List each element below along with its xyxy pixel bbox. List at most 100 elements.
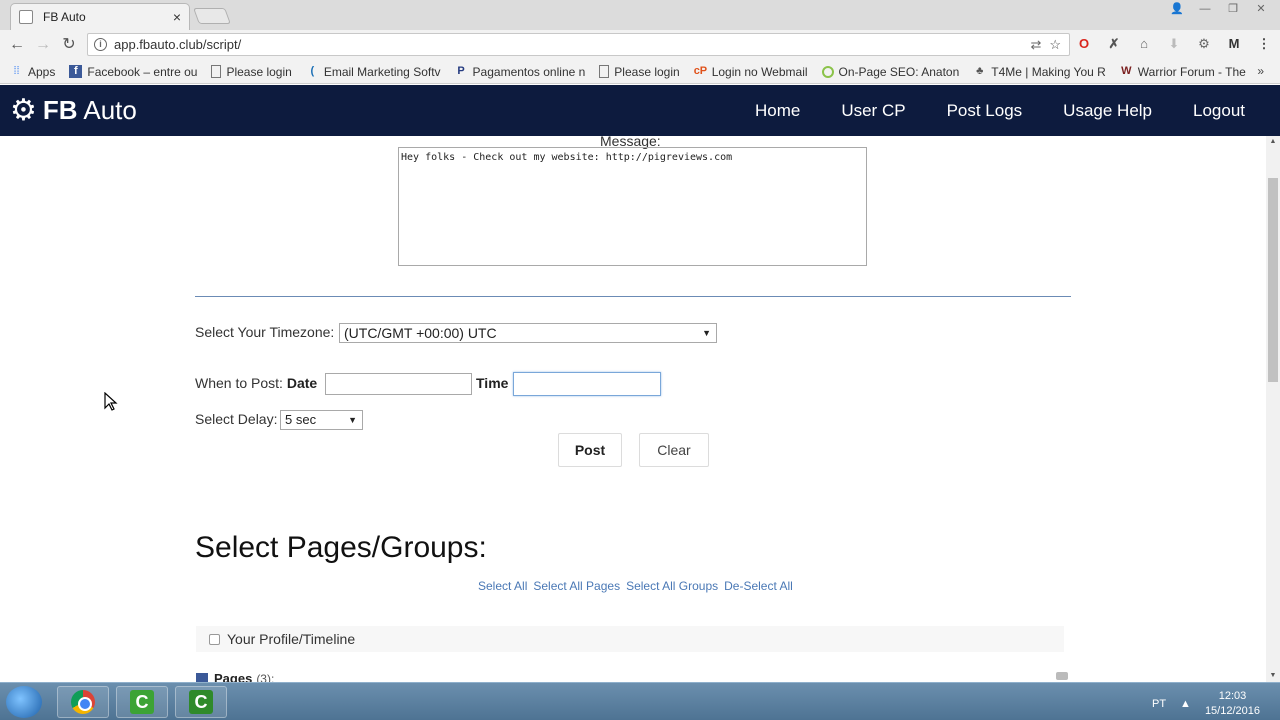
pages-section-header[interactable]: Pages (3): bbox=[196, 671, 274, 682]
scroll-thumb[interactable] bbox=[1268, 178, 1278, 382]
reload-icon[interactable]: ↻ bbox=[56, 32, 82, 58]
windows-taskbar: C C PT ▲ 12:03 15/12/2016 bbox=[0, 682, 1280, 720]
select-all-pages-link[interactable]: Select All Pages bbox=[533, 579, 620, 593]
post-button[interactable]: Post bbox=[558, 433, 622, 467]
page-scrollbar[interactable]: ▲ ▼ bbox=[1266, 136, 1280, 682]
date-input[interactable] bbox=[325, 373, 472, 395]
nav-home[interactable]: Home bbox=[755, 101, 800, 121]
bookmark-item[interactable]: On-Page SEO: Anaton bbox=[821, 65, 959, 79]
when-to-post-label: When to Post: Date bbox=[195, 375, 318, 391]
bookmark-item[interactable]: ⁞⁞ Apps bbox=[10, 65, 55, 79]
pages-label: Pages bbox=[214, 671, 253, 682]
deselect-all-link[interactable]: De-Select All bbox=[724, 579, 793, 593]
tab-close-icon[interactable]: × bbox=[173, 9, 181, 25]
chrome-menu-icon[interactable]: ⋮ bbox=[1256, 36, 1272, 52]
bookmark-item[interactable]: ♣ T4Me | Making You R bbox=[973, 65, 1106, 79]
browser-tab[interactable]: FB Auto × bbox=[10, 3, 190, 30]
dropdown-caret-icon: ▼ bbox=[702, 328, 711, 338]
bookmark-item[interactable]: W Warrior Forum - The bbox=[1120, 65, 1246, 79]
collapse-toggle-icon[interactable] bbox=[1056, 672, 1068, 680]
taskbar-chrome[interactable] bbox=[57, 686, 109, 718]
more-bookmarks-button[interactable]: » bbox=[1257, 64, 1264, 78]
timezone-select[interactable]: (UTC/GMT +00:00) UTC ▼ bbox=[339, 323, 717, 343]
language-indicator[interactable]: PT bbox=[1152, 698, 1166, 710]
back-arrow-icon[interactable]: ← bbox=[4, 32, 30, 58]
taskbar-camtasia-recorder[interactable]: C bbox=[116, 686, 168, 718]
site-info-icon[interactable]: i bbox=[94, 38, 107, 51]
time-input[interactable] bbox=[513, 372, 661, 396]
t4me-icon: ♣ bbox=[976, 65, 984, 77]
profile-timeline-row[interactable]: Your Profile/Timeline bbox=[196, 626, 1064, 652]
clock-date: 15/12/2016 bbox=[1204, 705, 1260, 717]
warrior-forum-icon: W bbox=[1121, 65, 1132, 77]
download-extension-icon[interactable]: ⬇ bbox=[1166, 36, 1182, 52]
minimize-icon[interactable]: — bbox=[1194, 2, 1216, 16]
dropdown-caret-icon: ▼ bbox=[348, 415, 357, 425]
taskbar-camtasia-studio[interactable]: C bbox=[175, 686, 227, 718]
scroll-down-icon[interactable]: ▼ bbox=[1266, 670, 1280, 682]
chrome-icon bbox=[71, 690, 95, 714]
translate-icon[interactable]: ⇄ bbox=[1030, 37, 1041, 53]
address-bar[interactable]: i app.fbauto.club/script/ ⇄ ☆ bbox=[87, 33, 1070, 56]
bookmark-star-icon[interactable]: ☆ bbox=[1049, 37, 1061, 53]
window-controls: 👤 — ❐ ✕ bbox=[1166, 2, 1272, 16]
select-pages-groups-title: Select Pages/Groups: bbox=[195, 531, 487, 564]
nav-usage-help[interactable]: Usage Help bbox=[1063, 101, 1152, 121]
tray-expand-icon[interactable]: ▲ bbox=[1180, 698, 1191, 710]
nav-post-logs[interactable]: Post Logs bbox=[947, 101, 1023, 121]
windows-start-icon[interactable] bbox=[6, 686, 42, 718]
lock-extension-icon[interactable]: ⌂ bbox=[1136, 36, 1152, 52]
site-logo[interactable]: ⚙ FB Auto bbox=[10, 95, 137, 126]
page-icon bbox=[211, 65, 222, 78]
profile-icon[interactable]: 👤 bbox=[1166, 2, 1188, 16]
nav-user-cp[interactable]: User CP bbox=[841, 101, 905, 121]
camtasia-studio-icon: C bbox=[189, 690, 213, 714]
paypal-icon: P bbox=[457, 65, 465, 77]
select-all-link[interactable]: Select All bbox=[478, 579, 527, 593]
close-window-icon[interactable]: ✕ bbox=[1250, 2, 1272, 16]
select-all-groups-link[interactable]: Select All Groups bbox=[626, 579, 718, 593]
bookmark-item[interactable]: Please login bbox=[211, 65, 292, 79]
forward-arrow-icon[interactable]: → bbox=[30, 32, 56, 58]
opera-extension-icon[interactable]: O bbox=[1076, 36, 1092, 52]
bookmark-item[interactable]: f Facebook – entre ou bbox=[69, 65, 197, 79]
timezone-value: (UTC/GMT +00:00) UTC bbox=[344, 325, 497, 341]
nav-logout[interactable]: Logout bbox=[1193, 101, 1245, 121]
date-label: Date bbox=[286, 375, 318, 391]
section-divider bbox=[195, 296, 1071, 297]
profile-checkbox[interactable] bbox=[209, 633, 220, 645]
extension-icons: O ✗ ⌂ ⬇ ⚙ M ⋮ bbox=[1076, 36, 1272, 52]
logo-bold-text: FB bbox=[42, 95, 78, 125]
seo-icon bbox=[821, 65, 834, 78]
restore-icon[interactable]: ❐ bbox=[1222, 2, 1244, 16]
main-content: Message: Hey folks - Check out my websit… bbox=[0, 136, 1266, 682]
x-extension-icon[interactable]: ✗ bbox=[1106, 36, 1122, 52]
camtasia-icon: C bbox=[130, 690, 154, 714]
bookmark-item[interactable]: cP Login no Webmail bbox=[694, 65, 808, 79]
delay-value: 5 sec bbox=[285, 412, 317, 427]
gears-icon: ⚙ bbox=[10, 93, 37, 127]
delay-select[interactable]: 5 sec ▼ bbox=[280, 410, 363, 430]
page-icon bbox=[599, 65, 610, 78]
site-header: ⚙ FB Auto Home User CP Post Logs Usage H… bbox=[0, 85, 1280, 136]
clear-button[interactable]: Clear bbox=[639, 433, 709, 467]
timezone-label: Select Your Timezone: bbox=[195, 324, 335, 340]
message-textarea[interactable]: Hey folks - Check out my website: http:/… bbox=[398, 147, 867, 266]
delay-label: Select Delay: bbox=[195, 411, 278, 427]
time-label: Time bbox=[476, 375, 509, 391]
selection-links: Select All Select All Pages Select All G… bbox=[478, 579, 793, 593]
logo-text: Auto bbox=[77, 95, 137, 125]
bookmark-item[interactable]: ( Email Marketing Softv bbox=[306, 65, 440, 79]
puzzle-extension-icon[interactable]: ⚙ bbox=[1196, 36, 1212, 52]
clock[interactable]: 12:03 15/12/2016 bbox=[1205, 689, 1260, 719]
new-tab-button[interactable] bbox=[193, 8, 231, 24]
system-tray: PT ▲ 12:03 15/12/2016 bbox=[1152, 689, 1260, 719]
bookmark-item[interactable]: P Pagamentos online n bbox=[455, 65, 585, 79]
scroll-up-icon[interactable]: ▲ bbox=[1266, 136, 1280, 148]
gmail-extension-icon[interactable]: M bbox=[1226, 36, 1242, 52]
webmail-icon: cP bbox=[693, 65, 708, 77]
tab-title: FB Auto bbox=[43, 10, 86, 24]
url-text[interactable]: app.fbauto.club/script/ bbox=[114, 37, 1030, 52]
bookmark-item[interactable]: Please login bbox=[599, 65, 680, 79]
page-favicon-icon bbox=[19, 10, 33, 24]
